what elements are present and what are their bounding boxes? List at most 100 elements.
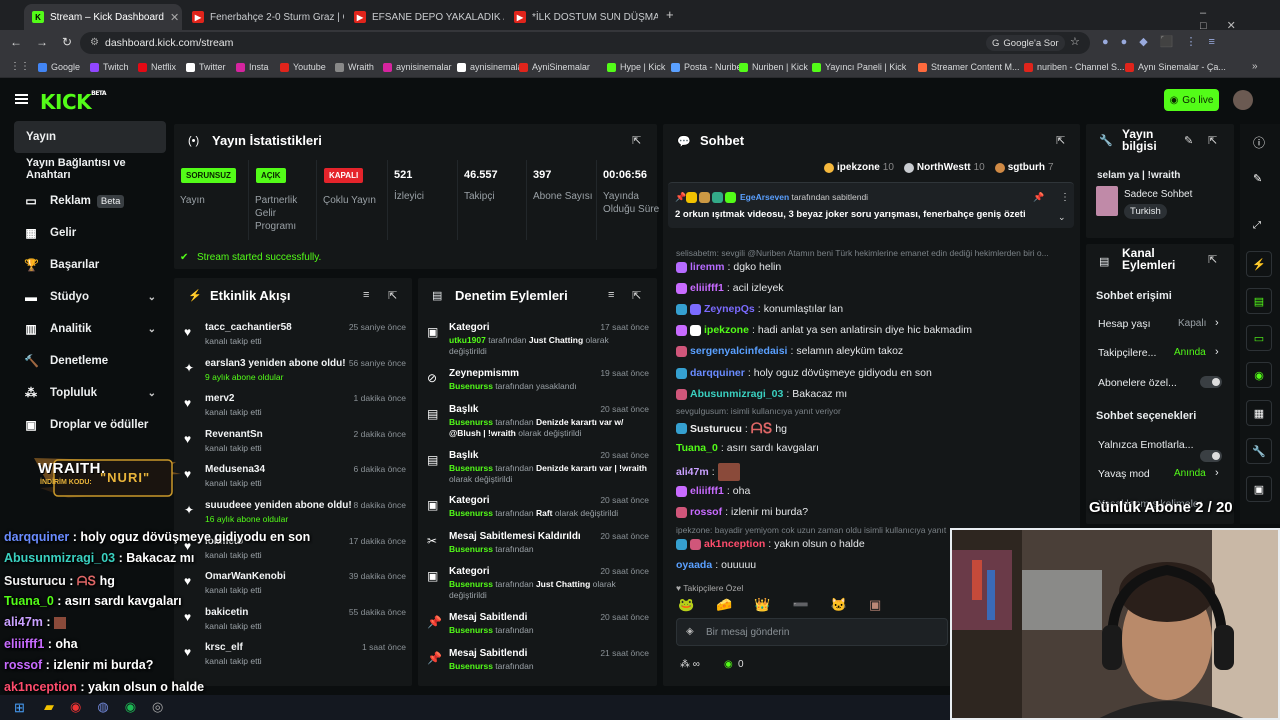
activity-item[interactable]: ✦ earslan3 yeniden abone oldu! 9 aylık abo… — [184, 358, 406, 394]
chat-username[interactable]: Abusunmizragi_03 — [690, 388, 783, 400]
slow-mode-value[interactable]: Anında — [1174, 468, 1206, 479]
windows-start-icon[interactable]: ⊞ — [14, 700, 25, 716]
moderation-item[interactable]: ▣ Kategori 17 saat önce utku1907 tarafından… — [427, 322, 649, 364]
bookmark-item[interactable]: Hype | Kick — [607, 59, 665, 75]
chat-message[interactable]: liremm: dgko helin — [676, 261, 781, 273]
bookmark-item[interactable]: Posta - Nuriben — [671, 59, 747, 75]
popout-icon[interactable]: ⇱ — [632, 289, 641, 302]
chat-message[interactable]: ak1nception: yakın olsun o halde — [676, 538, 865, 550]
edit-icon[interactable]: ✎ — [1253, 172, 1262, 185]
nav-buttons[interactable]: ←→↻ — [10, 35, 86, 49]
chevron-right-icon[interactable]: › — [1215, 317, 1219, 329]
sidebar-item[interactable]: ▭ Reklam Beta — [14, 185, 166, 217]
moderation-item[interactable]: ▤ Başlık 20 saat önce Busenurss tarafından … — [427, 404, 649, 446]
bookmark-item[interactable]: Twitter — [186, 59, 226, 75]
chat-message[interactable]: rossof: izlenir mi burda? — [676, 506, 808, 518]
popout-icon[interactable]: ⇱ — [632, 134, 641, 147]
bookmark-item[interactable]: Wraith — [335, 59, 374, 75]
chevron-right-icon[interactable]: › — [1215, 346, 1219, 358]
tab-kick-dashboard[interactable]: K Stream – Kick Dashboard ✕ — [24, 4, 182, 30]
activity-item[interactable]: ♥ Medusena34 kanalı takip etti 6 dakika önc… — [184, 464, 406, 500]
bolt-icon[interactable]: ⚡ — [1246, 251, 1272, 277]
layout-icon[interactable]: ▦ — [1246, 400, 1272, 426]
account-age-value[interactable]: Kapalı — [1178, 318, 1206, 329]
broadcast-icon[interactable]: ◉ — [1246, 362, 1272, 388]
sidebar-item[interactable]: ⁂ Topluluk ⌄ — [14, 377, 166, 409]
chat-message[interactable]: Tuana_0: asırı sardı kavgaları — [676, 442, 819, 454]
activity-item[interactable]: ♥ RevenantSn kanalı takip etti 2 dakika önc… — [184, 429, 406, 465]
tab-youtube-1[interactable]: ▶Fenerbahçe 2-0 Sturm Graz | Gı✕ — [184, 4, 344, 30]
chat-username[interactable]: liremm — [690, 261, 724, 273]
chat-username[interactable]: ZeynepQs — [704, 303, 755, 315]
chevron-down-icon[interactable]: ⌄ — [148, 388, 156, 399]
chat-message[interactable]: ipekzone: hadi anlat ya sen anlatirsin di… — [676, 324, 972, 336]
chat-username[interactable]: eliiifff1 — [690, 282, 724, 294]
bookmark-item[interactable]: Twitch — [90, 59, 129, 75]
close-icon[interactable]: ✕ — [170, 11, 179, 24]
bookmark-item[interactable]: nuriben - Channel S... — [1024, 59, 1125, 75]
chat-message[interactable]: darqquiner: holy oguz dövüşmeye gidiyodu … — [676, 367, 932, 379]
moderation-item[interactable]: ▤ Başlık 20 saat önce Busenurss tarafından … — [427, 450, 649, 492]
menu-icon[interactable] — [15, 94, 28, 104]
clipboard-icon[interactable]: ▤ — [1246, 288, 1272, 314]
bookmark-item[interactable]: Google — [38, 59, 80, 75]
kick-logo[interactable]: KICKBETA — [40, 90, 107, 114]
chat-username[interactable]: rossof — [690, 506, 722, 518]
sidebar-item[interactable]: 🏆 Başarılar — [14, 249, 166, 281]
leaderboard-entry[interactable]: NorthWestt 10 — [903, 162, 985, 173]
popout-icon[interactable]: ⇱ — [1208, 134, 1217, 147]
sidebar-item[interactable]: ▣ Droplar ve ödüller — [14, 409, 166, 441]
edit-icon[interactable]: ✎ — [1184, 134, 1193, 147]
bookmark-star-icon[interactable]: ☆ — [1070, 35, 1080, 48]
popout-icon[interactable]: ⇱ — [1056, 134, 1065, 147]
bookmark-item[interactable]: Aynı Sinemalar - Ça... — [1125, 59, 1226, 75]
activity-item[interactable]: ♥ merv2 kanalı takip etti 1 dakika önce — [184, 393, 406, 429]
chevron-down-icon[interactable]: ⌄ — [148, 292, 156, 303]
sidebar-item[interactable]: Yayın Bağlantısı ve Anahtarı — [14, 153, 166, 185]
tab-youtube-2[interactable]: ▶EFSANE DEPO YAKALADIK / ST✕ — [346, 4, 504, 30]
bookmark-item[interactable]: Insta — [236, 59, 269, 75]
new-tab-button[interactable]: + — [666, 7, 674, 22]
moderation-item[interactable]: ▣ Kategori 20 saat önce Busenurss tarafında… — [427, 566, 649, 608]
activity-item[interactable]: ♥ OmarWanKenobi kanalı takip etti 39 dakika… — [184, 571, 406, 607]
bookmark-item[interactable]: aynisinemalar — [457, 59, 526, 75]
wrench-icon[interactable]: 🔧 — [1246, 438, 1272, 464]
layout-icon[interactable]: ▣ — [1246, 476, 1272, 502]
bookmark-item[interactable]: aynisinemalar — [383, 59, 452, 75]
google-lens-button[interactable]: G Google'a Sor — [986, 35, 1065, 51]
bookmark-item[interactable]: Yayıncı Paneli | Kick — [812, 59, 906, 75]
chevron-down-icon[interactable]: ⌄ — [148, 324, 156, 335]
filter-icon[interactable]: ≡ — [363, 289, 369, 301]
bookmark-item[interactable]: Youtube — [280, 59, 326, 75]
filter-icon[interactable]: ≡ — [608, 289, 614, 301]
taskbar-apps[interactable]: ▰◉◍◉◎ — [44, 699, 179, 715]
popout-icon[interactable]: ⇱ — [1208, 253, 1217, 266]
chat-username[interactable]: Susturucu — [690, 423, 742, 435]
go-live-button[interactable]: ◉ Go live — [1164, 89, 1219, 111]
url-text[interactable]: dashboard.kick.com/stream — [105, 37, 233, 49]
emote-only-toggle[interactable] — [1200, 450, 1222, 462]
chat-message[interactable]: oyaada: ouuuuu — [676, 559, 756, 571]
bookmark-item[interactable]: Nuriben | Kick — [739, 59, 808, 75]
leaderboard-entry[interactable]: sgtburh 7 — [994, 162, 1054, 173]
more-options-icon[interactable]: ⋮ — [1060, 192, 1070, 203]
activity-item[interactable]: ♥ bakicetin kanalı takip etti 55 dakika önc… — [184, 607, 406, 643]
moderation-item[interactable]: 📌 Mesaj Sabitlendi 21 saat önce Busenurss t… — [427, 648, 649, 690]
info-icon[interactable]: ⓘ — [1253, 134, 1265, 151]
sidebar-item[interactable]: ▬ Stüdyo ⌄ — [14, 281, 166, 313]
emote-row[interactable]: 🐸 🧀 👑 ➖ 🐱 ▣ — [678, 597, 881, 613]
chat-username[interactable]: eliiifff1 — [690, 485, 724, 497]
activity-item[interactable]: ♥ tacc_cachantier58 kanalı takip etti 25 sa… — [184, 322, 406, 358]
chat-username[interactable]: ak1nception — [704, 538, 765, 550]
chat-username[interactable]: ipekzone — [704, 324, 749, 336]
tab-youtube-3[interactable]: ▶*İLK DOSTUM SUN DÜŞMANIM✕ — [506, 4, 658, 30]
chat-username[interactable]: darqquiner — [690, 367, 745, 379]
unpin-icon[interactable]: 📌 — [1033, 192, 1044, 203]
chat-message[interactable]: ali47m: — [676, 463, 743, 481]
chat-message[interactable]: Susturucu: ᗩՏ hg — [676, 420, 787, 437]
chat-message[interactable]: eliiifff1: acil izleyek — [676, 282, 784, 294]
chat-username[interactable]: sergenyalcinfedaisi — [690, 345, 787, 357]
chat-message[interactable]: ZeynepQs: konumlaştılar lan — [676, 303, 843, 315]
chat-username[interactable]: oyaada — [676, 559, 712, 571]
chat-message[interactable]: sergenyalcinfedaisi: selamın aleyküm tako… — [676, 345, 903, 357]
